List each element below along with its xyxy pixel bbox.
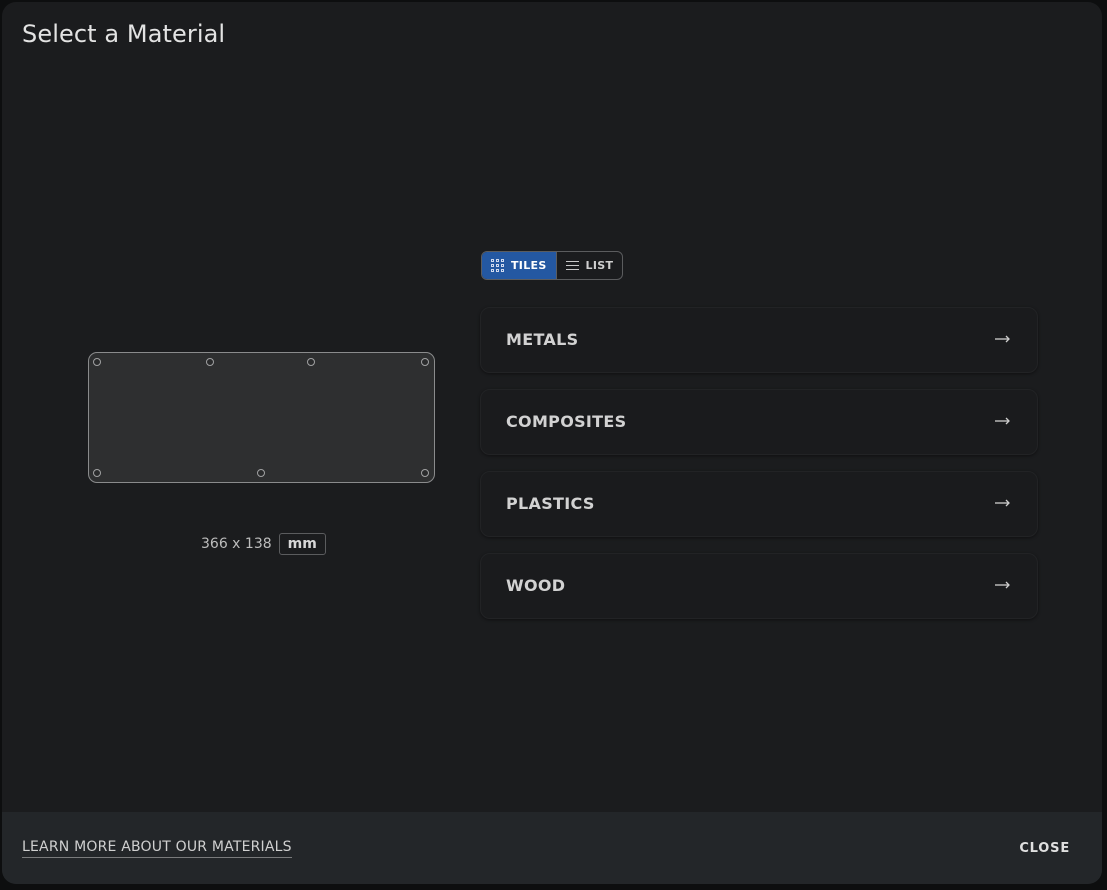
material-item-metals[interactable]: METALS <box>480 307 1038 373</box>
list-label: LIST <box>585 259 614 272</box>
material-item-plastics[interactable]: PLASTICS <box>480 471 1038 537</box>
grid-icon <box>491 259 504 272</box>
mounting-hole <box>93 469 101 477</box>
arrow-right-icon <box>995 581 1010 589</box>
material-label: METALS <box>506 330 579 349</box>
material-item-composites[interactable]: COMPOSITES <box>480 389 1038 455</box>
dialog-title: Select a Material <box>22 20 226 48</box>
tiles-label: TILES <box>511 259 547 272</box>
tiles-view-button[interactable]: TILES <box>482 252 557 279</box>
close-button[interactable]: CLOSE <box>1019 841 1070 856</box>
dimensions-text: 366 x 138 <box>201 536 272 552</box>
mounting-hole <box>93 358 101 366</box>
unit-toggle-button[interactable]: mm <box>278 533 326 555</box>
mounting-hole <box>257 469 265 477</box>
panel-preview <box>88 352 435 483</box>
list-view-button[interactable]: LIST <box>557 252 623 279</box>
learn-more-link[interactable]: LEARN MORE ABOUT OUR MATERIALS <box>22 839 292 858</box>
view-toggle: TILES LIST <box>481 251 624 280</box>
list-icon <box>565 260 579 271</box>
material-label: WOOD <box>506 576 566 595</box>
material-dialog: Select a Material 366 x 138 mm TILES LIS… <box>2 2 1102 884</box>
material-list: METALS COMPOSITES PLASTICS WOOD <box>480 307 1038 635</box>
material-label: PLASTICS <box>506 494 595 513</box>
material-label: COMPOSITES <box>506 412 627 431</box>
material-item-wood[interactable]: WOOD <box>480 553 1038 619</box>
arrow-right-icon <box>995 417 1010 425</box>
mounting-hole <box>307 358 315 366</box>
mounting-hole <box>421 358 429 366</box>
arrow-right-icon <box>995 499 1010 507</box>
dialog-footer: LEARN MORE ABOUT OUR MATERIALS CLOSE <box>2 812 1102 884</box>
mounting-hole <box>421 469 429 477</box>
mounting-hole <box>206 358 214 366</box>
arrow-right-icon <box>995 335 1010 343</box>
panel-dimensions: 366 x 138 mm <box>201 533 326 555</box>
